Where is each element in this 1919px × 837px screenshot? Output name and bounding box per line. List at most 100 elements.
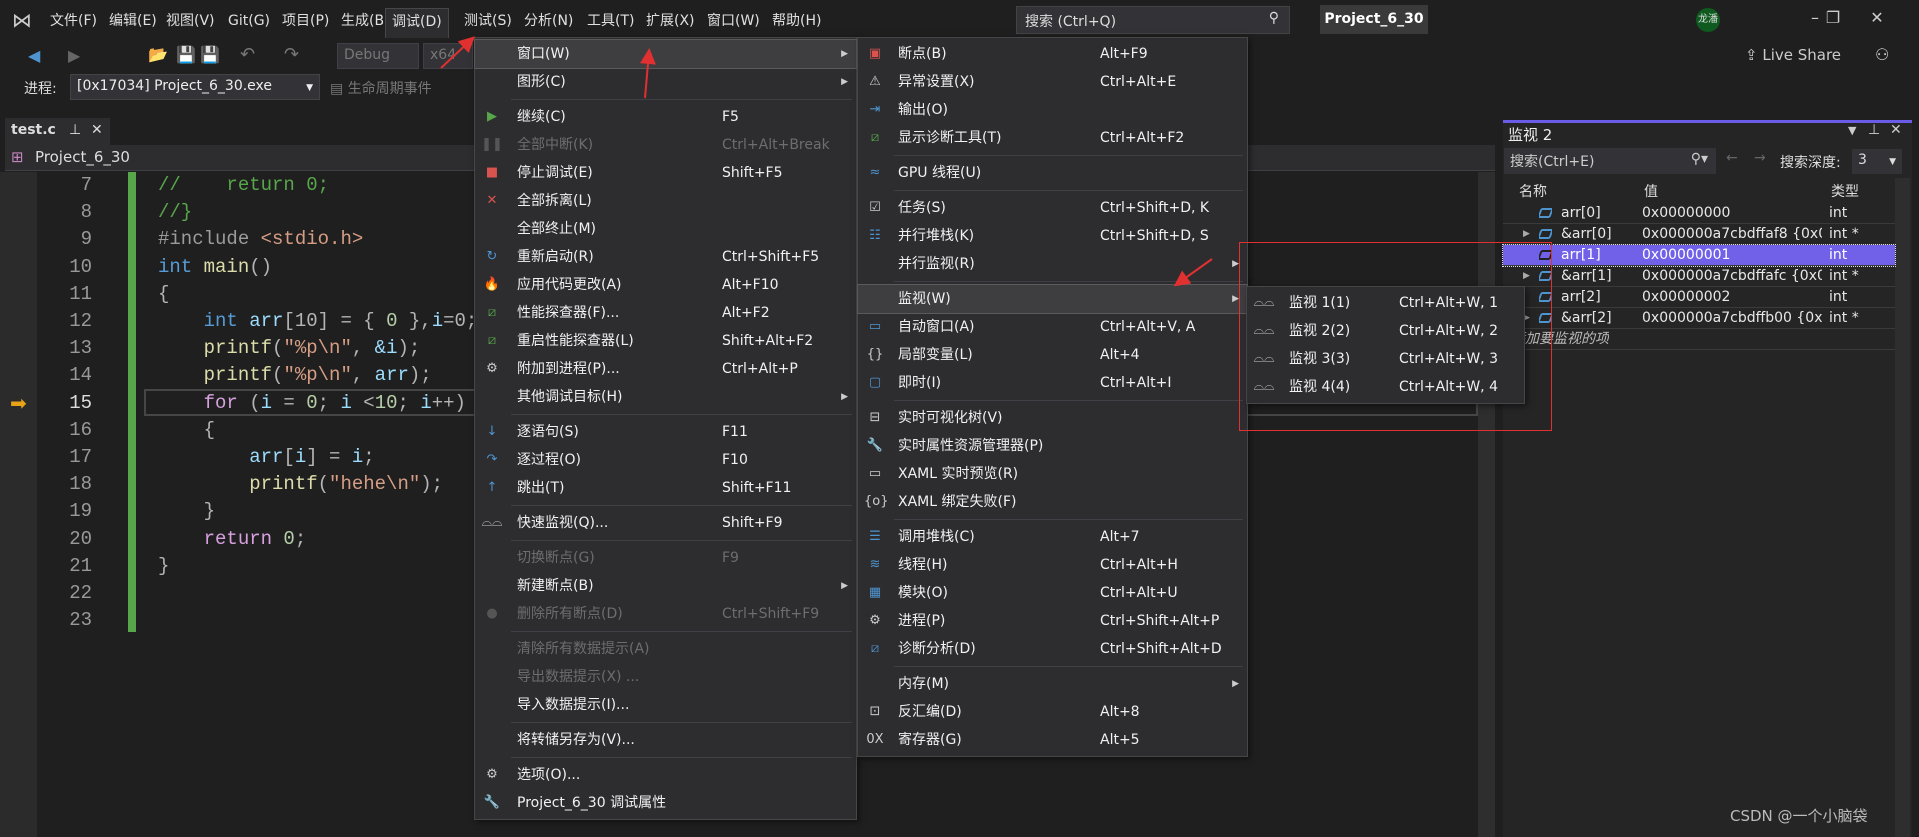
menu-1[interactable]: 编辑(E) <box>103 8 163 34</box>
menu-item[interactable]: ≈ GPU 线程(U) <box>858 159 1247 187</box>
column-header-value[interactable]: 值 <box>1644 181 1658 201</box>
menu-item[interactable]: 导入数据提示(I)... <box>475 691 856 719</box>
menu-item[interactable]: 🔧 实时属性资源管理器(P) <box>858 432 1247 460</box>
avatar[interactable]: 龙潘 <box>1696 8 1720 32</box>
process-dropdown[interactable]: [0x17034] Project_6_30.exe ▼ <box>70 74 320 100</box>
undo-icon[interactable]: ↶ <box>240 44 255 65</box>
code-line[interactable]: { <box>158 283 169 305</box>
menu-item[interactable]: ❚❚ 全部中断(K) Ctrl+Alt+Break <box>475 131 856 159</box>
back-icon[interactable]: ◀ <box>28 46 40 65</box>
menu-9[interactable]: 工具(T) <box>581 8 640 34</box>
menu-item[interactable]: ▣ 断点(B) Alt+F9 <box>858 40 1247 68</box>
watch-search-input[interactable]: 搜索(Ctrl+E) ⚲▾ <box>1504 148 1716 174</box>
indicator-margin[interactable] <box>0 172 37 837</box>
watch-row[interactable]: arr[2] 0x00000002 int <box>1503 287 1895 308</box>
menu-item[interactable]: {o} XAML 绑定失败(F) <box>858 488 1247 516</box>
menu-11[interactable]: 窗口(W) <box>701 8 766 34</box>
code-line[interactable]: return 0; <box>158 528 307 550</box>
menu-item[interactable]: ⚙ 附加到进程(P)... Ctrl+Alt+P <box>475 355 856 383</box>
redo-icon[interactable]: ↷ <box>284 44 299 65</box>
forward-icon[interactable]: ▶ <box>68 46 80 65</box>
menu-item[interactable]: ⌓⌓ 快速监视(Q)... Shift+F9 <box>475 509 856 537</box>
save-all-icon[interactable]: 💾 <box>200 45 220 64</box>
menu-item[interactable]: 图形(C) ▶ <box>475 68 856 96</box>
menu-item[interactable]: ● 删除所有断点(D) Ctrl+Shift+F9 <box>475 600 856 628</box>
menu-item[interactable]: ⧄ 诊断分析(D) Ctrl+Shift+Alt+D <box>858 635 1247 663</box>
search-previous-icon[interactable]: ← <box>1726 150 1738 166</box>
code-line[interactable]: printf("%p\n", &i); <box>158 337 421 359</box>
menu-item[interactable]: ▢ 即时(I) Ctrl+Alt+I <box>858 369 1247 397</box>
menu-item[interactable]: ☰ 调用堆栈(C) Alt+7 <box>858 523 1247 551</box>
menu-0[interactable]: 文件(F) <box>44 8 103 34</box>
menu-item[interactable]: ☷ 并行堆栈(K) Ctrl+Shift+D, S <box>858 222 1247 250</box>
pin-icon[interactable]: ⊥ <box>69 122 81 138</box>
code-line[interactable]: for (i = 0; i <10; i++) <box>158 392 466 414</box>
menu-item[interactable]: ⧄ 显示诊断工具(T) Ctrl+Alt+F2 <box>858 124 1247 152</box>
panel-menu-icon[interactable]: ▼ <box>1848 124 1856 137</box>
pin-icon[interactable]: ⊥ <box>1868 122 1880 138</box>
feedback-icon[interactable]: ⚇ <box>1875 45 1889 64</box>
close-panel-icon[interactable]: ✕ <box>1890 122 1902 138</box>
menu-item[interactable]: ⧄ 重启性能探查器(L) Shift+Alt+F2 <box>475 327 856 355</box>
config-dropdown[interactable]: Debug <box>337 43 419 69</box>
code-line[interactable]: printf("%p\n", arr); <box>158 364 432 386</box>
code-line[interactable]: //} <box>158 201 192 223</box>
menu-item[interactable]: 清除所有数据提示(A) <box>475 635 856 663</box>
code-line[interactable]: { <box>158 419 215 441</box>
menu-item[interactable]: 导出数据提示(X) ... <box>475 663 856 691</box>
menu-item[interactable]: {} 局部变量(L) Alt+4 <box>858 341 1247 369</box>
menu-item[interactable]: ⚙ 进程(P) Ctrl+Shift+Alt+P <box>858 607 1247 635</box>
menu-item[interactable]: ▭ 自动窗口(A) Ctrl+Alt+V, A <box>858 313 1247 341</box>
menu-item[interactable]: 切换断点(G) F9 <box>475 544 856 572</box>
menu-item[interactable]: 监视(W) ▶ <box>857 284 1248 314</box>
live-share-button[interactable]: ⇪ Live Share <box>1745 46 1841 64</box>
add-watch-item[interactable]: 添加要监视的项 <box>1503 329 1895 350</box>
menu-10[interactable]: 扩展(X) <box>640 8 701 34</box>
save-icon[interactable]: 💾 <box>176 45 196 64</box>
watch-row[interactable]: arr[1] 0x00000001 int <box>1502 244 1896 267</box>
menu-item[interactable]: ■ 停止调试(E) Shift+F5 <box>475 159 856 187</box>
code-line[interactable]: } <box>158 555 169 577</box>
tab-test-c[interactable]: test.c ⊥ ✕ <box>5 118 110 145</box>
menu-item[interactable]: ⚙ 选项(O)... <box>475 761 856 789</box>
menu-item[interactable]: ⇥ 输出(O) <box>858 96 1247 124</box>
close-button[interactable]: ✕ <box>1862 8 1892 27</box>
menu-item[interactable]: ▦ 模块(O) Ctrl+Alt+U <box>858 579 1247 607</box>
column-header-name[interactable]: 名称 <box>1519 181 1547 201</box>
code-line[interactable]: int main() <box>158 256 272 278</box>
code-line[interactable]: #include <stdio.h> <box>158 228 363 250</box>
menu-item[interactable]: ↓ 逐语句(S) F11 <box>475 418 856 446</box>
menu-item[interactable]: 🔧 Project_6_30 调试属性 <box>475 789 856 817</box>
menu-item[interactable]: ▶ 继续(C) F5 <box>475 103 856 131</box>
menu-item[interactable]: 🔥 应用代码更改(A) Alt+F10 <box>475 271 856 299</box>
maximize-button[interactable]: ❐ <box>1818 8 1848 27</box>
menu-item[interactable]: 将转储另存为(V)... <box>475 726 856 754</box>
lifecycle-events-button[interactable]: ▤ 生命周期事件 <box>330 78 432 98</box>
menu-item[interactable]: ⊡ 反汇编(D) Alt+8 <box>858 698 1247 726</box>
menu-item[interactable]: ↻ 重新启动(R) Ctrl+Shift+F5 <box>475 243 856 271</box>
menu-item[interactable]: ☑ 任务(S) Ctrl+Shift+D, K <box>858 194 1247 222</box>
menu-2[interactable]: 视图(V) <box>160 8 221 34</box>
menu-3[interactable]: Git(G) <box>222 8 276 34</box>
menu-item[interactable]: ⊟ 实时可视化树(V) <box>858 404 1247 432</box>
menu-8[interactable]: 分析(N) <box>518 8 579 34</box>
watch-row[interactable]: arr[0] 0x00000000 int <box>1503 203 1895 224</box>
menu-4[interactable]: 项目(P) <box>276 8 335 34</box>
menu-item[interactable]: 0X 寄存器(G) Alt+5 <box>858 726 1247 754</box>
open-folder-icon[interactable]: 📂 <box>148 45 168 64</box>
watch-row[interactable]: ▶&arr[1]0x000000a7cbdffafc {0x00...int * <box>1503 266 1895 287</box>
column-header-type[interactable]: 类型 <box>1831 181 1859 201</box>
code-line[interactable]: printf("hehe\n"); <box>158 473 443 495</box>
menu-item[interactable]: ⚠ 异常设置(X) Ctrl+Alt+E <box>858 68 1247 96</box>
search-depth-dropdown[interactable]: 3 ▼ <box>1852 149 1902 174</box>
search-next-icon[interactable]: → <box>1754 150 1766 166</box>
menu-7[interactable]: 测试(S) <box>458 8 518 34</box>
menu-item[interactable]: 窗口(W) ▶ <box>474 39 857 69</box>
menu-12[interactable]: 帮助(H) <box>766 8 827 34</box>
code-line[interactable]: } <box>158 500 215 522</box>
platform-dropdown[interactable]: x64 <box>423 43 473 69</box>
search-input[interactable]: 搜索 (Ctrl+Q) ⚲ <box>1016 6 1290 34</box>
code-line[interactable]: // return 0; <box>158 174 329 196</box>
menu-item[interactable]: ✕ 全部拆离(L) <box>475 187 856 215</box>
menu-item[interactable]: ⧄ 性能探查器(F)... Alt+F2 <box>475 299 856 327</box>
